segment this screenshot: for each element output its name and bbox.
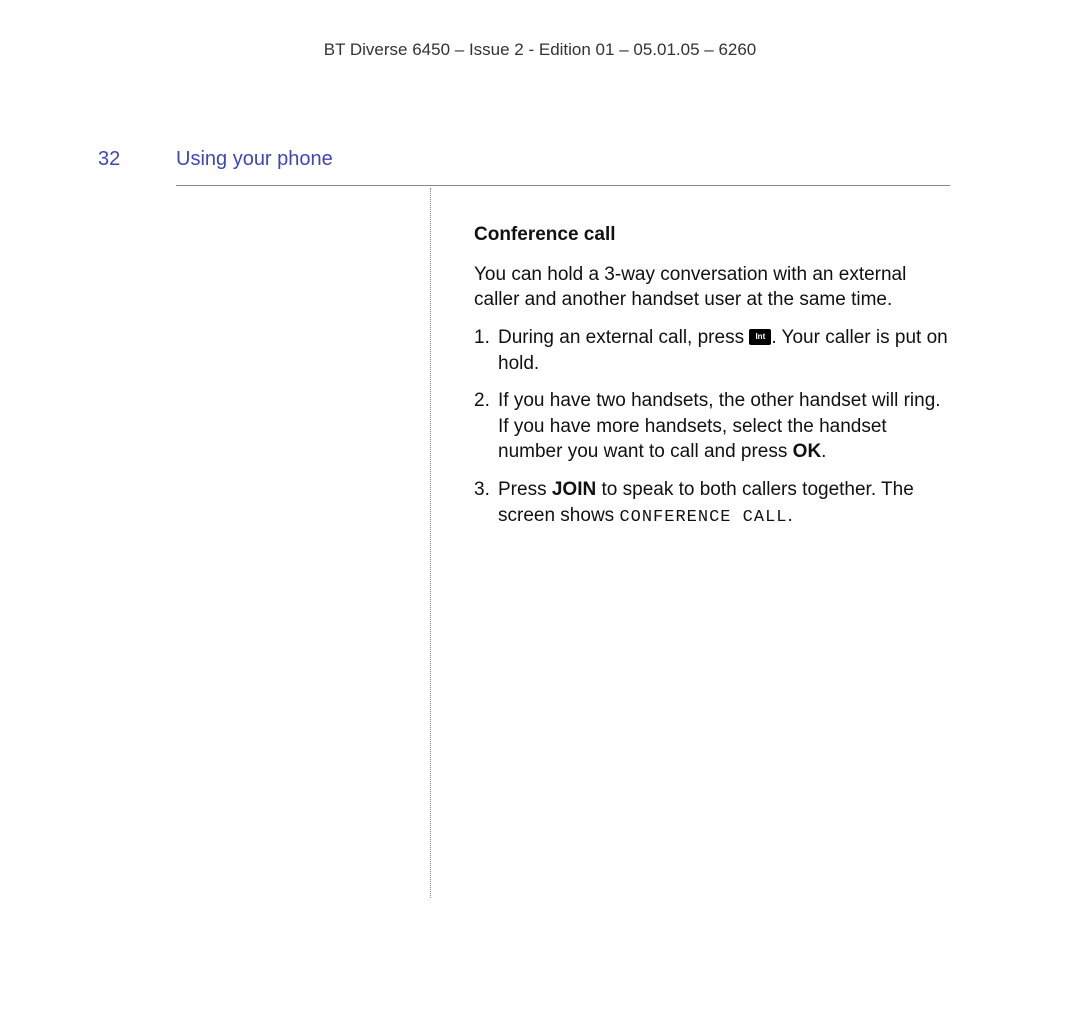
step-2-text-a: If you have two handsets, the other hand… (498, 390, 941, 462)
step-3: 3. Press JOIN to speak to both callers t… (474, 477, 950, 530)
step-text: If you have two handsets, the other hand… (498, 388, 950, 465)
horizontal-divider (176, 185, 950, 186)
step-text: Press JOIN to speak to both callers toge… (498, 477, 950, 530)
step-3-text-c: . (787, 505, 792, 526)
step-number: 1. (474, 325, 498, 376)
vertical-divider (430, 188, 431, 898)
step-2: 2. If you have two handsets, the other h… (474, 388, 950, 465)
int-key-icon: Int (749, 329, 771, 345)
document-header: BT Diverse 6450 – Issue 2 - Edition 01 –… (0, 40, 1080, 60)
header-text: BT Diverse 6450 – Issue 2 - Edition 01 –… (324, 40, 757, 59)
content-intro: You can hold a 3-way conversation with a… (474, 262, 950, 313)
step-3-text-a: Press (498, 479, 552, 500)
step-1-before: During an external call, press (498, 327, 749, 348)
ok-label: OK (793, 441, 822, 462)
step-text: During an external call, press Int. Your… (498, 325, 950, 376)
step-number: 2. (474, 388, 498, 465)
content-subheading: Conference call (474, 222, 950, 248)
page-number: 32 (98, 148, 176, 171)
page-header: 32 Using your phone (98, 148, 333, 171)
main-content: Conference call You can hold a 3-way con… (474, 222, 950, 542)
step-1: 1. During an external call, press Int. Y… (474, 325, 950, 376)
step-2-text-b: . (821, 441, 826, 462)
lcd-display-text: CONFERENCE CALL (619, 508, 787, 527)
step-number: 3. (474, 477, 498, 530)
join-label: JOIN (552, 479, 596, 500)
section-title: Using your phone (176, 148, 333, 171)
